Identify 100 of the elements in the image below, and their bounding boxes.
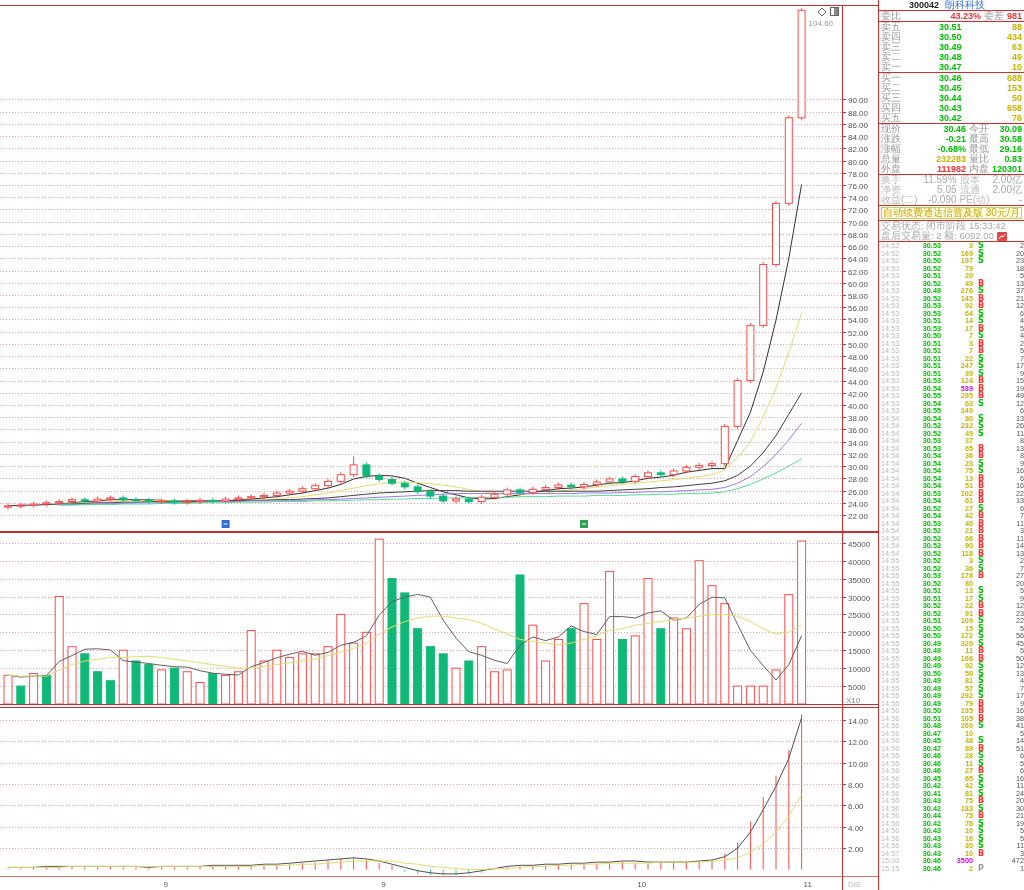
order-volume: 88 xyxy=(1011,22,1022,32)
axis-label: 72.00 xyxy=(848,205,869,215)
trade-side: B xyxy=(976,744,986,752)
stat-value: -0.68% xyxy=(936,144,966,154)
axis-label: 54.00 xyxy=(848,315,869,325)
stat-label: 内盘 xyxy=(968,164,989,174)
order-price: 30.46 xyxy=(937,73,962,83)
axis-label: 62.00 xyxy=(848,267,869,277)
axis-label: 84.00 xyxy=(848,132,869,142)
axis-label: 32.00 xyxy=(848,450,869,460)
trade-side: S xyxy=(977,669,985,677)
date-label: 10 xyxy=(637,880,647,889)
order-price: 30.49 xyxy=(937,42,962,52)
stat-value: 30.09 xyxy=(998,124,1022,134)
trade-side: B xyxy=(976,377,986,385)
stat-label: 现价 xyxy=(881,124,901,134)
date-label: 11 xyxy=(803,880,812,889)
trade-side: B xyxy=(976,384,986,392)
axis-label: 86.00 xyxy=(848,120,869,130)
trade-side: S xyxy=(977,759,985,767)
order-price: 30.44 xyxy=(937,93,962,103)
order-level-label: 买三 xyxy=(881,93,901,103)
stat-label: 总量 xyxy=(881,154,901,164)
axis-label: 14.00 xyxy=(848,716,869,726)
stat-value: 11.59% xyxy=(922,175,957,185)
trade-side: S xyxy=(977,827,985,835)
trade-side: S xyxy=(977,257,985,265)
axis-label: 90.00 xyxy=(848,95,869,105)
axis-label: 56.00 xyxy=(848,303,869,313)
order-price: 30.50 xyxy=(937,32,962,42)
stat-value: 981 xyxy=(1006,11,1022,21)
stat-value: 111982 xyxy=(935,164,966,174)
order-level-label: 卖四 xyxy=(881,32,901,42)
stat-label: PE(动) xyxy=(959,195,990,205)
unit-label: X10 xyxy=(846,696,861,705)
order-volume: 76 xyxy=(1011,113,1022,123)
axis-label: 5000 xyxy=(848,682,866,692)
trade-side: B xyxy=(976,302,986,310)
price-label: 104.60 xyxy=(808,19,834,28)
trade-side: S xyxy=(977,317,985,325)
order-level-label: 买五 xyxy=(881,113,901,123)
stock-code: 300042 xyxy=(909,0,940,10)
stat-label: 涨跌 xyxy=(881,134,901,144)
trade-side: B xyxy=(976,549,986,557)
trade-side: S xyxy=(977,804,985,812)
trade-side: S xyxy=(977,819,985,827)
trade-side: S xyxy=(977,677,985,685)
order-level-label: 卖五 xyxy=(881,22,901,32)
trade-side: S xyxy=(977,774,985,782)
axis-label: 52.00 xyxy=(848,328,869,338)
stat-label: 最低 xyxy=(968,144,989,154)
axis-label: 68.00 xyxy=(848,230,869,240)
axis-label: 10.00 xyxy=(848,759,869,769)
trade-side: S xyxy=(977,504,985,512)
axis-label: 45000 xyxy=(848,539,871,549)
trade-side: S xyxy=(977,287,985,295)
order-price: 30.47 xyxy=(937,62,962,72)
axis-label: 48.00 xyxy=(848,352,869,362)
trade-side: B xyxy=(976,797,986,805)
trade-side: S xyxy=(977,332,985,340)
stat-value: 30.46 xyxy=(942,124,966,134)
trade-side: S xyxy=(977,842,985,850)
order-price: 30.42 xyxy=(937,113,962,123)
trade-side: B xyxy=(976,324,986,332)
axis-label: 26.00 xyxy=(848,487,869,497)
trade-status: 交易状态: 闭市阶段 15:33:42 xyxy=(881,221,1006,231)
trade-side: B xyxy=(976,294,986,302)
trade-side: B xyxy=(976,812,986,820)
trade-side: S xyxy=(977,752,985,760)
order-volume: 434 xyxy=(1005,32,1022,42)
order-volume: 153 xyxy=(1005,83,1022,93)
trade-side: B xyxy=(976,279,986,287)
trade-side: B xyxy=(976,542,986,550)
axis-label: 15000 xyxy=(848,646,871,656)
stat-value: 43.23% xyxy=(949,11,981,21)
stat-value: - xyxy=(1017,195,1022,205)
stat-label: 委比 xyxy=(881,11,901,21)
axis-label: 22.00 xyxy=(848,511,869,521)
axis-label: 76.00 xyxy=(848,181,869,191)
trade-side: B xyxy=(976,572,986,580)
trade-side: S xyxy=(977,789,985,797)
stat-label: 今开 xyxy=(968,124,989,134)
trade-side: S xyxy=(977,662,985,670)
trade-side: S xyxy=(977,414,985,422)
trade-side: B xyxy=(976,849,986,857)
axis-label: 74.00 xyxy=(848,193,869,203)
trade-side: B xyxy=(976,392,986,400)
trade-side: B xyxy=(976,339,986,347)
trade-side: S xyxy=(977,617,985,625)
axis-label: 38.00 xyxy=(848,413,869,423)
trade-side: S xyxy=(977,594,985,602)
order-volume: 658 xyxy=(1005,103,1022,113)
trade-side: S xyxy=(977,354,985,362)
trade-side: S xyxy=(977,782,985,790)
axis-label: 36.00 xyxy=(848,425,869,435)
stat-label: 收益(二) xyxy=(881,195,918,205)
order-level-label: 卖三 xyxy=(881,42,901,52)
stat-label: 量比 xyxy=(968,154,989,164)
trade-side: B xyxy=(976,714,986,722)
stat-value: 232283 xyxy=(934,154,966,164)
